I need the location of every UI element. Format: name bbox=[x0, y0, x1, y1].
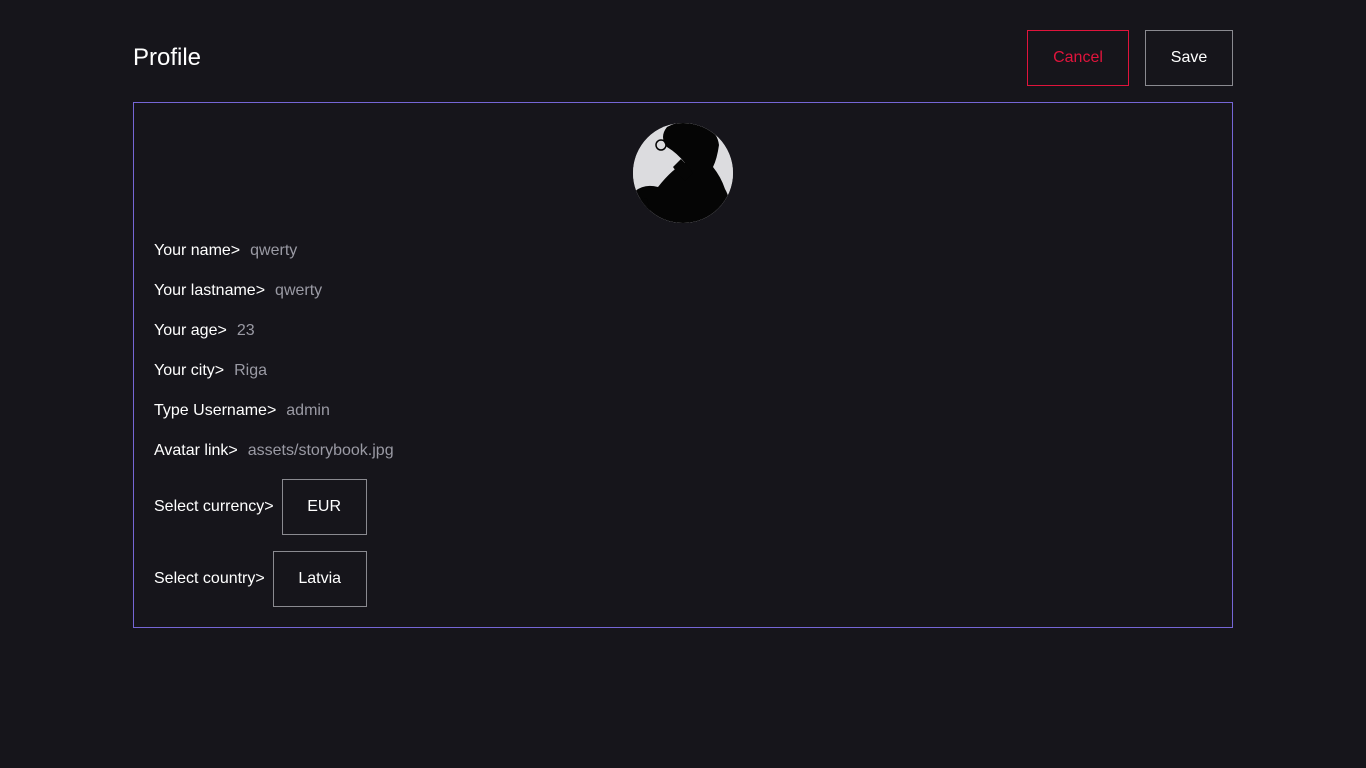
avatar-silhouette-image bbox=[633, 123, 733, 223]
avatar bbox=[633, 123, 733, 223]
profile-card: Your name> Your lastname> Your age> Your… bbox=[133, 102, 1233, 628]
avatar-link-input[interactable] bbox=[247, 442, 548, 460]
city-input[interactable] bbox=[234, 362, 535, 380]
username-field: Type Username> bbox=[154, 401, 587, 421]
city-field: Your city> bbox=[154, 361, 535, 381]
city-label: Your city> bbox=[154, 362, 225, 379]
country-select[interactable]: Latvia bbox=[272, 551, 367, 607]
cancel-button[interactable]: Cancel bbox=[1027, 30, 1129, 86]
country-label: Select country> bbox=[154, 570, 265, 587]
save-button[interactable]: Save bbox=[1145, 30, 1233, 86]
country-row: Select country> Latvia bbox=[154, 551, 367, 607]
avatar-link-field: Avatar link> bbox=[154, 441, 548, 461]
lastname-input[interactable] bbox=[275, 282, 576, 300]
profile-page: Profile Cancel Save Your name> Your last… bbox=[0, 0, 1366, 768]
name-field: Your name> bbox=[154, 241, 551, 261]
name-label: Your name> bbox=[154, 242, 241, 259]
currency-select[interactable]: EUR bbox=[281, 479, 367, 535]
lastname-label: Your lastname> bbox=[154, 282, 266, 299]
age-input[interactable] bbox=[236, 322, 537, 340]
age-label: Your age> bbox=[154, 322, 227, 339]
lastname-field: Your lastname> bbox=[154, 281, 576, 301]
page-title: Profile bbox=[133, 44, 202, 71]
name-input[interactable] bbox=[250, 242, 551, 260]
age-field: Your age> bbox=[154, 321, 537, 341]
username-input[interactable] bbox=[286, 402, 587, 420]
avatar-link-label: Avatar link> bbox=[154, 442, 238, 459]
currency-label: Select currency> bbox=[154, 498, 274, 515]
username-label: Type Username> bbox=[154, 402, 277, 419]
currency-row: Select currency> EUR bbox=[154, 479, 367, 535]
